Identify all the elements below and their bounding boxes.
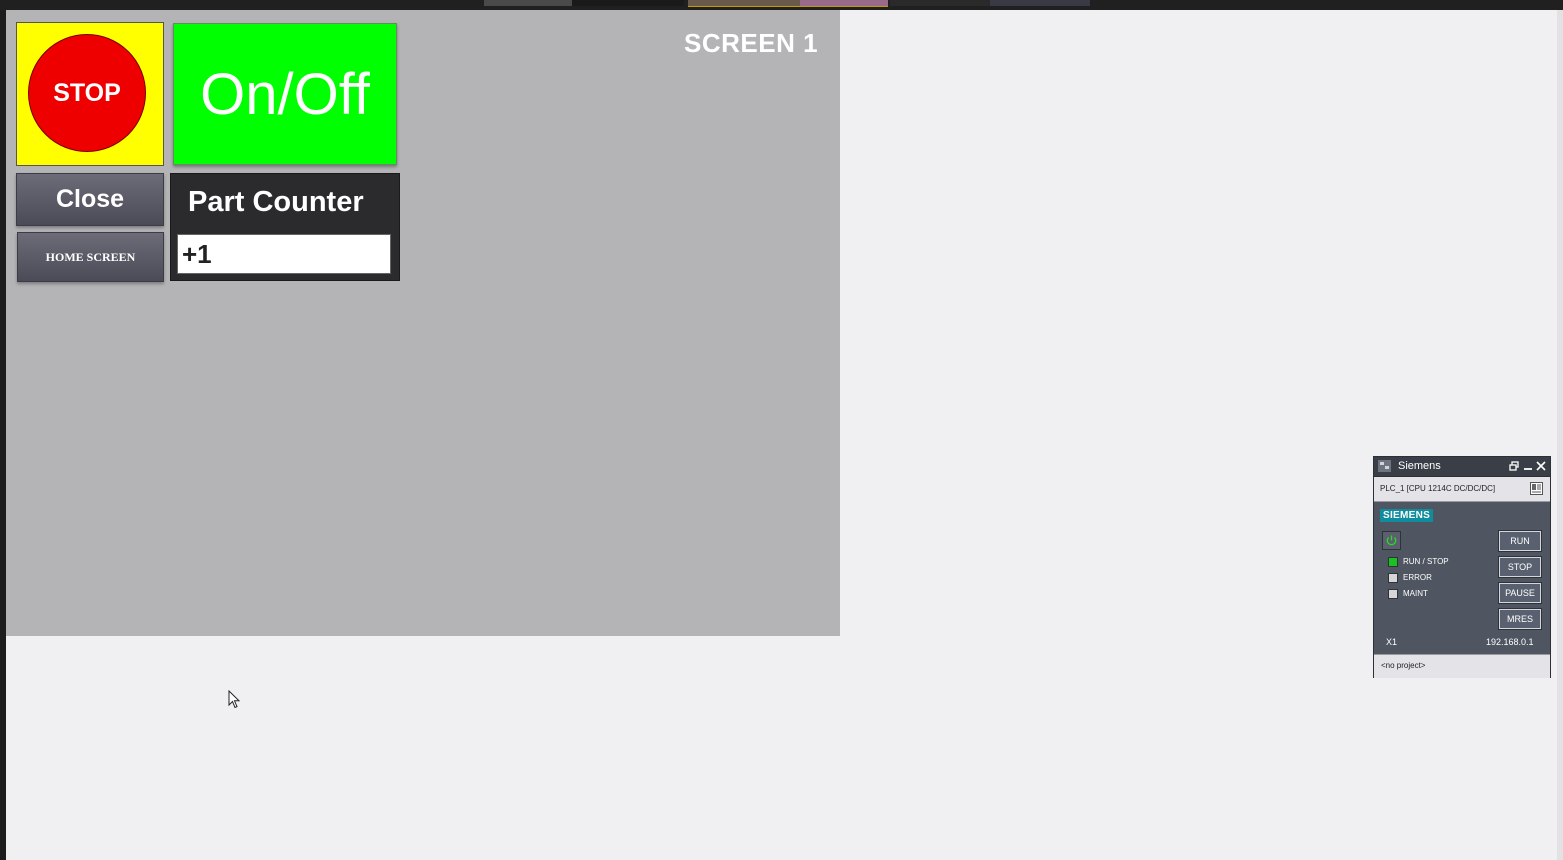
hmi-screen: SCREEN 1 STOP On/Off Close HOME SCREEN P… <box>6 10 840 636</box>
run-stop-led <box>1388 557 1398 567</box>
ip-address: 192.168.0.1 <box>1486 637 1534 647</box>
close-icon[interactable] <box>1536 461 1546 471</box>
run-button[interactable]: RUN <box>1498 530 1542 552</box>
stop-mode-button[interactable]: STOP <box>1498 556 1542 578</box>
thumbnail[interactable] <box>890 0 990 6</box>
thumbnail[interactable] <box>800 0 888 7</box>
error-led <box>1388 573 1398 583</box>
power-icon <box>1386 535 1397 546</box>
plcsim-title: Siemens <box>1398 460 1441 472</box>
plcsim-titlebar[interactable]: Siemens <box>1374 457 1550 477</box>
top-taskbar-strip <box>0 0 1563 10</box>
thumbnail[interactable] <box>990 0 1090 6</box>
maint-label: MAINT <box>1403 589 1428 598</box>
plcsim-device-bar: PLC_1 [CPU 1214C DC/DC/DC] <box>1374 477 1550 502</box>
plcsim-device-name: PLC_1 [CPU 1214C DC/DC/DC] <box>1380 484 1496 493</box>
siemens-brand: SIEMENS <box>1380 509 1434 522</box>
mres-button[interactable]: MRES <box>1498 608 1542 630</box>
stop-label: STOP <box>53 78 121 107</box>
mouse-cursor-icon <box>228 690 241 709</box>
pause-button[interactable]: PAUSE <box>1498 582 1542 604</box>
thumbnail[interactable] <box>484 0 572 6</box>
thumbnail[interactable] <box>688 0 800 7</box>
plcsim-footer: <no project> <box>1374 654 1550 678</box>
part-counter-title: Part Counter <box>188 186 364 218</box>
stop-button[interactable]: STOP <box>16 22 164 166</box>
run-stop-label: RUN / STOP <box>1403 557 1449 566</box>
part-counter-field[interactable]: +1 <box>177 234 391 274</box>
right-scrollbar[interactable] <box>1557 10 1563 860</box>
error-label: ERROR <box>1403 573 1432 582</box>
minimize-icon[interactable] <box>1523 461 1533 471</box>
power-button[interactable] <box>1382 531 1401 550</box>
maint-led <box>1388 589 1398 599</box>
project-status: <no project> <box>1381 661 1426 670</box>
on-off-label: On/Off <box>200 61 370 127</box>
device-view-icon[interactable] <box>1530 482 1543 495</box>
plcsim-window: Siemens PLC_1 [CPU 1214C DC/DC/DC] SIEME… <box>1373 456 1551 678</box>
part-counter-panel: Part Counter +1 <box>170 173 400 281</box>
interface-label: X1 <box>1386 637 1398 647</box>
restore-icon[interactable] <box>1509 461 1519 471</box>
thumbnail[interactable] <box>572 0 684 6</box>
home-screen-button[interactable]: HOME SCREEN <box>17 232 164 282</box>
screen-title: SCREEN 1 <box>684 28 819 58</box>
plcsim-logo-icon <box>1378 460 1391 472</box>
on-off-button[interactable]: On/Off <box>173 23 397 165</box>
stop-circle-icon: STOP <box>28 34 146 152</box>
close-button[interactable]: Close <box>16 173 164 226</box>
